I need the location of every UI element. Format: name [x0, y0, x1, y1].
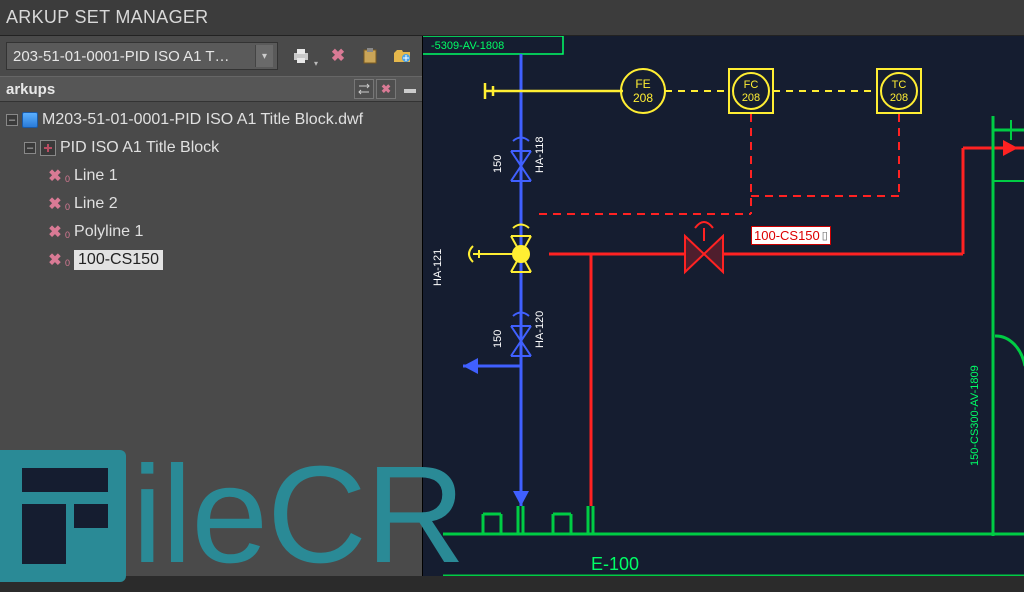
svg-text:150: 150: [492, 330, 504, 348]
open-button[interactable]: [388, 42, 416, 70]
minus-icon: [404, 89, 416, 93]
split-arrow-icon: ▾: [314, 59, 318, 68]
drawing-canvas[interactable]: -5309-AV-1808 FE 208 FC 208: [422, 36, 1024, 576]
svg-text:208: 208: [890, 92, 908, 104]
dropdown-text: 203-51-01-0001-PID ISO A1 T…: [13, 48, 230, 65]
sheet-icon: [40, 140, 56, 156]
panel-title: ARKUP SET MANAGER: [0, 0, 1024, 36]
markups-section-header[interactable]: arkups ✖: [0, 76, 422, 102]
tree-markup-row-selected[interactable]: ✖0 100-CS150: [2, 246, 420, 274]
svg-text:150: 150: [492, 155, 504, 173]
pid-drawing: -5309-AV-1808 FE 208 FC 208: [423, 36, 1024, 576]
clipboard-button[interactable]: [356, 42, 384, 70]
svg-text:HA-118: HA-118: [534, 137, 546, 173]
clipboard-icon: [361, 47, 379, 65]
collapse-button[interactable]: [398, 79, 416, 99]
chevron-down-icon[interactable]: ▾: [255, 45, 273, 67]
section-btn-markup[interactable]: ✖: [376, 79, 396, 99]
tree-sheet-row[interactable]: PID ISO A1 Title Block: [2, 134, 420, 162]
refresh-button[interactable]: ▾: [282, 42, 320, 70]
svg-text:HA-120: HA-120: [534, 311, 546, 348]
svg-text:FC: FC: [744, 79, 759, 91]
svg-text:TC: TC: [892, 79, 907, 91]
markup-item-icon: ✖: [46, 251, 64, 269]
printer-icon: [292, 47, 310, 65]
tree-item-label: Polyline 1: [74, 223, 143, 241]
tree-file-label: M203-51-01-0001-PID ISO A1 Title Block.d…: [42, 111, 363, 129]
markup-icon-button[interactable]: ✖: [324, 42, 352, 70]
svg-text:HA-121: HA-121: [432, 249, 444, 286]
section-title: arkups: [6, 81, 55, 98]
tree-markup-row[interactable]: ✖0 Line 2: [2, 190, 420, 218]
tree-item-label: Line 1: [74, 167, 118, 185]
markup-panel: 203-51-01-0001-PID ISO A1 T… ▾ ▾ ✖: [0, 36, 422, 576]
tree-file-row[interactable]: M203-51-01-0001-PID ISO A1 Title Block.d…: [2, 106, 420, 134]
markup-x-icon-small: ✖: [381, 82, 391, 96]
line-tag-top: -5309-AV-1808: [431, 40, 504, 52]
panel-toolbar: 203-51-01-0001-PID ISO A1 T… ▾ ▾ ✖: [0, 36, 422, 76]
markup-item-icon: ✖: [46, 195, 64, 213]
expander-icon[interactable]: [24, 142, 36, 154]
markup-set-dropdown[interactable]: 203-51-01-0001-PID ISO A1 T… ▾: [6, 42, 278, 70]
markup-item-icon: ✖: [46, 223, 64, 241]
markup-tree: M203-51-01-0001-PID ISO A1 Title Block.d…: [0, 102, 422, 278]
section-btn-switch[interactable]: [354, 79, 374, 99]
markup-tag[interactable]: 100-CS150 ▯: [751, 226, 831, 245]
markup-x-icon: ✖: [331, 46, 345, 66]
open-folder-icon: [393, 47, 411, 65]
tree-markup-row[interactable]: ✖0 Line 1: [2, 162, 420, 190]
markup-item-icon: ✖: [46, 167, 64, 185]
svg-text:208: 208: [633, 91, 653, 105]
equipment-tag: E-100: [591, 554, 639, 574]
svg-text:208: 208: [742, 92, 760, 104]
main-container: 203-51-01-0001-PID ISO A1 T… ▾ ▾ ✖: [0, 36, 1024, 576]
tree-sheet-label: PID ISO A1 Title Block: [60, 139, 219, 157]
dwf-file-icon: [22, 112, 38, 128]
svg-text:150-CS300-AV-1809: 150-CS300-AV-1809: [969, 365, 981, 466]
tag-handle-icon[interactable]: ▯: [822, 229, 828, 242]
tree-item-label: Line 2: [74, 195, 118, 213]
markup-tag-text: 100-CS150: [754, 228, 820, 243]
tree-markup-row[interactable]: ✖0 Polyline 1: [2, 218, 420, 246]
expander-icon[interactable]: [6, 114, 18, 126]
panel-title-text: ARKUP SET MANAGER: [6, 7, 209, 28]
tree-item-label-selected: 100-CS150: [74, 250, 163, 270]
svg-text:FE: FE: [635, 77, 650, 91]
switch-icon: [357, 83, 371, 95]
